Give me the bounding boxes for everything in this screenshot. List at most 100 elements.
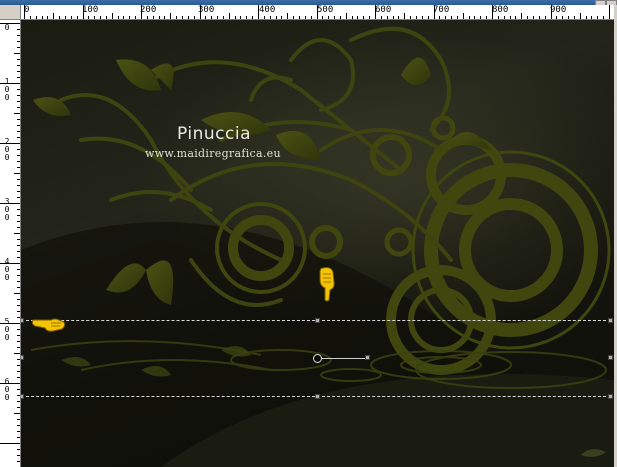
ruler-top-tick bbox=[228, 13, 230, 19]
image-canvas[interactable]: Pinuccia www.maidiregrafica.eu bbox=[21, 20, 614, 467]
ruler-top-tick bbox=[486, 16, 488, 19]
ruler-top-tick bbox=[603, 16, 605, 19]
ruler-left-tick bbox=[17, 209, 20, 210]
ruler-left-tick bbox=[0, 143, 20, 144]
ruler-top-tick bbox=[164, 16, 166, 19]
ruler-top-tick bbox=[217, 16, 219, 19]
ruler-top-tick bbox=[100, 16, 102, 19]
ruler-left-tick bbox=[17, 377, 20, 378]
selection-handle-bottom-right[interactable] bbox=[608, 394, 613, 399]
ruler-top-tick bbox=[421, 16, 423, 19]
pointing-hand-down-icon bbox=[319, 267, 335, 302]
ruler-left-label: 1 0 0 bbox=[4, 77, 10, 102]
ruler-left-tick bbox=[17, 197, 20, 198]
ruler-top-tick bbox=[240, 16, 242, 19]
ruler-left-tick bbox=[17, 167, 20, 168]
ruler-top-tick bbox=[258, 5, 259, 19]
ruler-left-tick bbox=[17, 29, 20, 30]
ruler-top-tick bbox=[415, 16, 417, 19]
ruler-top-tick bbox=[29, 16, 31, 19]
ruler-left-tick bbox=[17, 107, 20, 108]
ruler-left-tick bbox=[17, 341, 20, 342]
ruler-left-tick bbox=[17, 215, 20, 216]
ruler-left-tick bbox=[17, 47, 20, 48]
ruler-left-label: 6 0 0 bbox=[4, 377, 10, 402]
ruler-left-tick bbox=[14, 293, 20, 294]
ruler-top-tick bbox=[35, 16, 37, 19]
ruler-top-label: 700 bbox=[433, 5, 450, 15]
selection-handle-top-right[interactable] bbox=[608, 318, 613, 323]
selection-handle-top-left[interactable] bbox=[21, 318, 24, 323]
ruler-top-tick bbox=[579, 13, 581, 19]
selection-handle-bottom-center[interactable] bbox=[315, 394, 320, 399]
ruler-left-tick bbox=[0, 23, 20, 24]
ruler-top-tick bbox=[152, 16, 154, 19]
ruler-top-tick bbox=[252, 16, 254, 19]
ruler-left-tick bbox=[17, 425, 20, 426]
ruler-top-label: 500 bbox=[317, 5, 334, 15]
ruler-top-tick bbox=[497, 16, 499, 19]
ruler-left-tick bbox=[17, 89, 20, 90]
ruler-top-tick bbox=[158, 16, 160, 19]
ruler-top-tick bbox=[105, 16, 107, 19]
ruler-top-tick bbox=[328, 16, 330, 19]
ruler-left-tick bbox=[17, 347, 20, 348]
ruler-top-tick bbox=[64, 16, 66, 19]
ruler-top-tick bbox=[556, 16, 558, 19]
ruler-top-tick bbox=[70, 16, 72, 19]
ruler-left-tick bbox=[14, 413, 20, 414]
ruler-left-tick bbox=[17, 185, 20, 186]
rotation-handle[interactable] bbox=[365, 355, 370, 360]
ruler-top-tick bbox=[135, 16, 137, 19]
ruler-left-tick bbox=[17, 449, 20, 450]
ruler-top-tick bbox=[59, 16, 61, 19]
ruler-top-label: 200 bbox=[140, 5, 157, 15]
ruler-top-tick bbox=[433, 5, 435, 19]
ruler-top-tick bbox=[585, 16, 587, 19]
ruler-left-tick bbox=[17, 419, 20, 420]
ruler-top-tick bbox=[211, 16, 213, 19]
ruler-top-tick bbox=[53, 13, 55, 19]
ruler-left-tick bbox=[17, 191, 20, 192]
ruler-left-tick bbox=[17, 257, 20, 258]
ruler-top-tick bbox=[538, 16, 540, 19]
ruler-top-tick bbox=[351, 16, 353, 19]
ruler-left-tick bbox=[17, 125, 20, 126]
vertical-ruler[interactable]: 0 1 0 0 2 0 0 3 0 0 4 0 0 5 0 0 6 0 0 bbox=[0, 20, 21, 467]
ruler-left-tick bbox=[14, 53, 20, 54]
ruler-top-tick bbox=[597, 16, 599, 19]
ruler-left-tick bbox=[14, 233, 20, 234]
rotation-pivot-icon[interactable] bbox=[313, 354, 322, 363]
ruler-left-tick bbox=[17, 179, 20, 180]
watermark-url: www.maidiregrafica.eu bbox=[145, 147, 281, 160]
ruler-left-tick bbox=[17, 245, 20, 246]
ruler-top-tick bbox=[521, 13, 523, 19]
ruler-top-tick bbox=[392, 16, 394, 19]
ruler-top-tick bbox=[544, 16, 546, 19]
ruler-left-tick bbox=[17, 59, 20, 60]
selection-handle-middle-right[interactable] bbox=[608, 355, 613, 360]
ruler-left-tick bbox=[14, 353, 20, 354]
ruler-left-tick bbox=[17, 227, 20, 228]
selection-handle-bottom-left[interactable] bbox=[21, 394, 24, 399]
ruler-left-tick bbox=[17, 371, 20, 372]
ruler-top-tick bbox=[369, 16, 371, 19]
ruler-top-tick bbox=[380, 16, 382, 19]
ruler-top-tick bbox=[427, 16, 429, 19]
ruler-left-tick bbox=[17, 65, 20, 66]
ruler-left-tick bbox=[17, 119, 20, 120]
ruler-left-tick bbox=[17, 269, 20, 270]
ruler-top-tick bbox=[334, 16, 336, 19]
ruler-left-tick bbox=[17, 335, 20, 336]
ruler-left-tick bbox=[17, 221, 20, 222]
ruler-left-tick bbox=[17, 77, 20, 78]
ruler-top-tick bbox=[509, 16, 511, 19]
ruler-top-tick bbox=[263, 16, 265, 19]
ruler-top-tick bbox=[176, 16, 178, 19]
ruler-left-tick bbox=[17, 155, 20, 156]
selection-handle-top-center[interactable] bbox=[315, 318, 320, 323]
ruler-left-tick bbox=[17, 251, 20, 252]
ruler-top-tick bbox=[117, 16, 119, 19]
selection-handle-middle-left[interactable] bbox=[21, 355, 24, 360]
horizontal-ruler[interactable]: 0 100 200 300 400 500 600 700 800 900 bbox=[21, 5, 614, 20]
